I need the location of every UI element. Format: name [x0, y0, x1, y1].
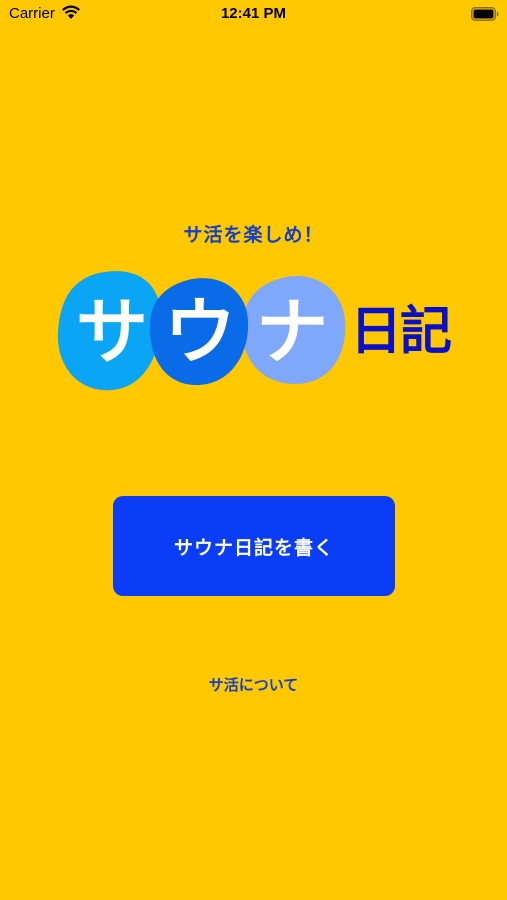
logo-char-2: ウ [164, 290, 236, 374]
logo-char-1: サ [76, 290, 148, 374]
logo-suffix: 日記 [350, 302, 452, 362]
battery-icon [471, 7, 499, 21]
status-time: 12:41 PM [220, 5, 287, 22]
write-diary-button[interactable]: サウナ日記を書く [113, 496, 395, 596]
write-diary-button-label: サウナ日記を書く [173, 536, 334, 559]
about-sauna-link[interactable]: サ活について [0, 674, 507, 695]
status-bar: Carrier 12:41 PM [0, 0, 507, 30]
tagline: サ活を楽しめ！ [183, 224, 324, 246]
logo-char-3: ナ [256, 290, 328, 374]
logo-blobs: サ ウ ナ [57, 271, 346, 391]
